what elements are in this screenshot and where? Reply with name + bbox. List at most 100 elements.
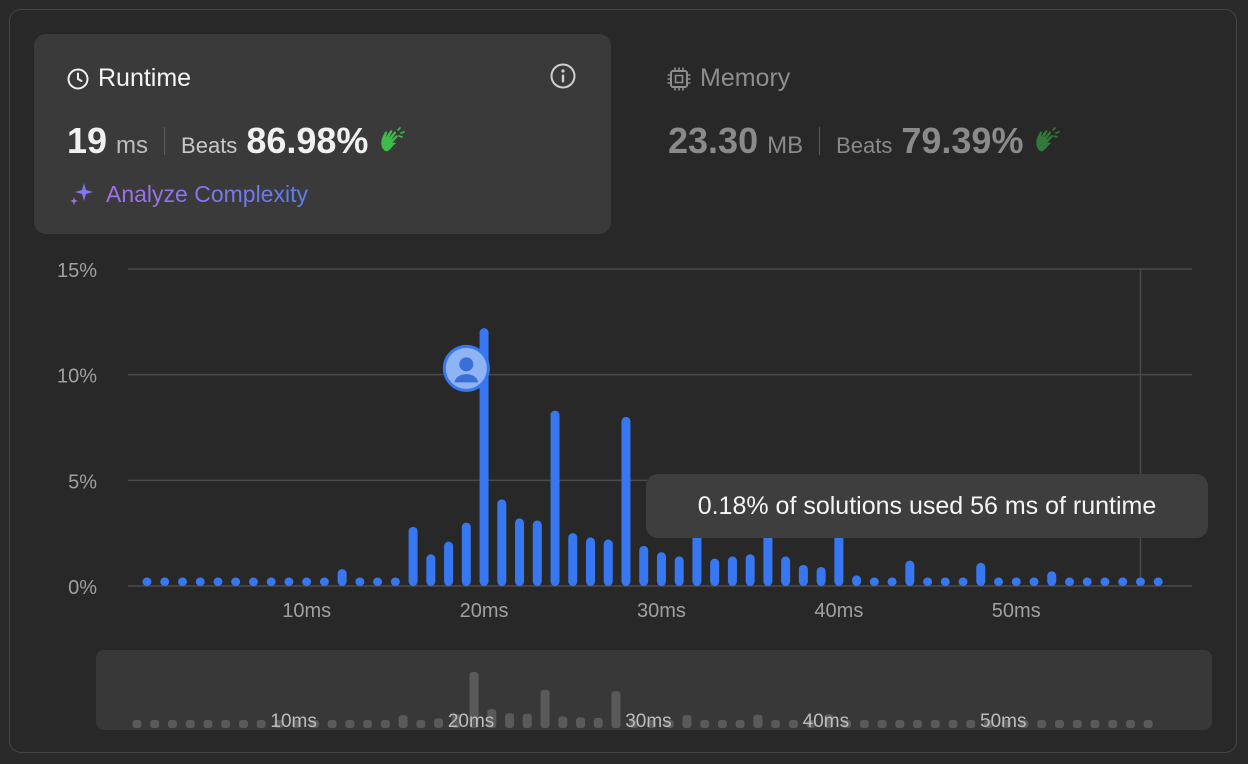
chart-bar[interactable] <box>781 556 791 586</box>
chart-bar[interactable] <box>160 577 170 586</box>
chart-bar[interactable] <box>461 522 471 586</box>
brush-bar <box>717 720 727 728</box>
brush-bar <box>522 713 532 728</box>
chart-bar[interactable] <box>266 577 276 586</box>
y-tick-label: 10% <box>57 366 97 388</box>
chart-bar[interactable] <box>444 541 454 586</box>
chart-bar[interactable] <box>852 575 862 586</box>
x-tick-label: 20ms <box>460 600 509 622</box>
brush-tick-label: 20ms <box>448 711 494 730</box>
chart-bar[interactable] <box>1082 577 1092 586</box>
brush-bar <box>966 720 976 728</box>
brush-bar <box>913 720 923 728</box>
brush-tick-label: 40ms <box>803 711 849 730</box>
chart-bar[interactable] <box>976 562 986 586</box>
chart-bar[interactable] <box>1100 577 1110 586</box>
brush-bar <box>735 720 745 728</box>
brush-bar <box>753 714 763 728</box>
brush-bar <box>363 720 373 728</box>
brush-bar <box>132 720 142 728</box>
chart-bar[interactable] <box>284 577 294 586</box>
chart-bar[interactable] <box>869 577 879 586</box>
brush-bar <box>895 720 905 728</box>
brush-bar <box>167 720 177 728</box>
x-tick-label: 40ms <box>814 600 863 622</box>
chart-bar[interactable] <box>586 537 595 586</box>
your-solution-marker[interactable] <box>442 344 490 392</box>
x-tick-label: 10ms <box>282 600 331 622</box>
chart-bar[interactable] <box>390 577 400 586</box>
chart-bar[interactable] <box>408 526 418 586</box>
x-tick-label: 30ms <box>637 600 686 622</box>
chart-bar[interactable] <box>177 577 187 586</box>
chart-bar[interactable] <box>195 577 205 586</box>
y-tick-label: 0% <box>68 577 97 599</box>
chart-bar[interactable] <box>568 533 578 586</box>
brush-bar <box>771 720 781 728</box>
chart-bar[interactable] <box>940 577 950 586</box>
brush-bar <box>788 720 798 728</box>
chart-bar[interactable] <box>426 554 436 586</box>
chart-bar[interactable] <box>1153 577 1163 586</box>
chart-bar[interactable] <box>550 410 560 586</box>
chart-bar[interactable] <box>373 577 383 586</box>
chart-bar[interactable] <box>213 577 223 586</box>
chart-bar[interactable] <box>142 577 152 586</box>
range-brush[interactable]: 10ms 20ms 30ms 40ms 50ms <box>96 650 1212 732</box>
brush-bar <box>576 717 585 728</box>
chart-bar[interactable] <box>1011 577 1021 586</box>
brush-bar <box>859 720 869 728</box>
brush-bar <box>185 720 195 728</box>
chart-bar[interactable] <box>727 556 737 586</box>
chart-bar[interactable] <box>1029 577 1039 586</box>
brush-bar <box>877 720 887 728</box>
brush-bar <box>416 720 426 728</box>
brush-bar <box>1072 720 1082 728</box>
brush-bar <box>1125 720 1135 728</box>
brush-chart[interactable]: 10ms 20ms 30ms 40ms 50ms <box>96 650 1212 732</box>
chart-bar[interactable] <box>1047 571 1057 586</box>
chart-bar[interactable] <box>674 556 684 586</box>
chart-bar[interactable] <box>497 499 507 586</box>
chart-bar[interactable] <box>302 577 312 586</box>
chart-bar[interactable] <box>532 520 542 586</box>
chart-bar[interactable] <box>1064 577 1074 586</box>
y-tick-label: 15% <box>57 260 97 282</box>
brush-bar <box>398 715 408 728</box>
chart-bar[interactable] <box>603 539 613 586</box>
brush-bar <box>238 720 248 728</box>
chart-bar[interactable] <box>1135 577 1145 586</box>
chart-bar[interactable] <box>745 554 755 586</box>
brush-bar <box>682 715 692 728</box>
chart-bar[interactable] <box>337 569 347 586</box>
chart-bar[interactable] <box>248 577 258 586</box>
chart-bar[interactable] <box>639 545 649 586</box>
chart-bar[interactable] <box>905 560 915 586</box>
chart-bar[interactable] <box>710 558 720 586</box>
brush-bar <box>611 691 621 728</box>
chart-bar[interactable] <box>656 552 666 586</box>
brush-bar <box>700 720 710 728</box>
chart-bar[interactable] <box>1118 577 1128 586</box>
chart-bar[interactable] <box>994 577 1004 586</box>
brush-bar <box>1108 720 1118 728</box>
brush-bar <box>380 720 390 728</box>
chart-bar[interactable] <box>923 577 933 586</box>
chart-bar[interactable] <box>515 518 525 586</box>
brush-bar <box>221 720 231 728</box>
chart-bar[interactable] <box>816 566 826 586</box>
chart-bar[interactable] <box>231 577 241 586</box>
brush-bar <box>948 720 958 728</box>
chart-bar[interactable] <box>319 577 329 586</box>
tooltip-text: 0.18% of solutions used 56 ms of runtime <box>697 491 1157 520</box>
runtime-distribution-chart[interactable]: 15% 10% 5% 0% 10ms 20ms 30ms 40ms 50ms <box>0 0 1248 650</box>
brush-bar <box>593 717 603 728</box>
chart-bar[interactable] <box>798 564 808 586</box>
brush-tick-label: 10ms <box>270 711 316 730</box>
brush-bar <box>1054 720 1064 728</box>
chart-bar[interactable] <box>958 577 968 586</box>
brush-bar <box>558 716 568 728</box>
chart-bar[interactable] <box>621 416 631 586</box>
chart-bar[interactable] <box>355 577 365 586</box>
chart-bar[interactable] <box>887 577 897 586</box>
